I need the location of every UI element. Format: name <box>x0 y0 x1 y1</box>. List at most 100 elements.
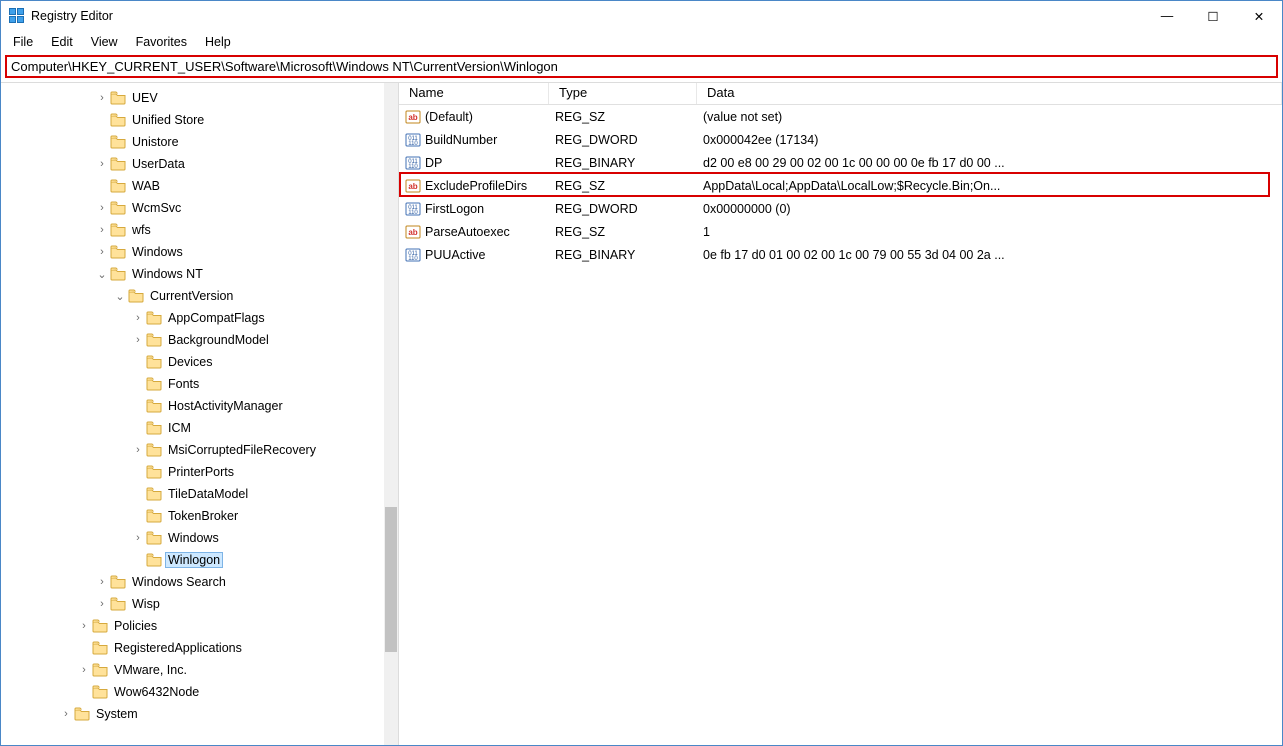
tree-item-label: VMware, Inc. <box>112 663 189 677</box>
value-type: REG_DWORD <box>555 133 703 147</box>
svg-text:110: 110 <box>408 141 418 147</box>
tree-item[interactable]: Unified Store <box>5 109 384 131</box>
col-header-data[interactable]: Data <box>697 83 1282 104</box>
tree-pane: ›UEVUnified StoreUnistore›UserDataWAB›Wc… <box>1 83 399 745</box>
maximize-button[interactable]: ☐ <box>1190 1 1236 31</box>
tree-item[interactable]: Devices <box>5 351 384 373</box>
col-header-name[interactable]: Name <box>399 83 549 104</box>
tree-item[interactable]: PrinterPorts <box>5 461 384 483</box>
chevron-right-icon[interactable]: › <box>95 246 109 258</box>
value-data: AppData\Local;AppData\LocalLow;$Recycle.… <box>703 179 1282 193</box>
values-list[interactable]: ab(Default)REG_SZ(value not set)011110Bu… <box>399 105 1282 266</box>
value-type: REG_SZ <box>555 179 703 193</box>
folder-icon <box>146 377 162 391</box>
col-header-type[interactable]: Type <box>549 83 697 104</box>
tree-item[interactable]: ›Windows <box>5 527 384 549</box>
chevron-right-icon[interactable]: › <box>131 334 145 346</box>
chevron-down-icon[interactable]: ⌄ <box>95 268 109 281</box>
list-row[interactable]: 011110DPREG_BINARYd2 00 e8 00 29 00 02 0… <box>399 151 1282 174</box>
minimize-icon: — <box>1161 9 1174 23</box>
chevron-right-icon[interactable]: › <box>95 158 109 170</box>
tree-item[interactable]: ›Policies <box>5 615 384 637</box>
tree-item-label: CurrentVersion <box>148 289 235 303</box>
address-input[interactable]: Computer\HKEY_CURRENT_USER\Software\Micr… <box>5 55 1278 78</box>
tree-item-label: BackgroundModel <box>166 333 271 347</box>
chevron-right-icon[interactable]: › <box>59 708 73 720</box>
tree-item[interactable]: › BackgroundModel <box>5 329 384 351</box>
tree-item[interactable]: ›WcmSvc <box>5 197 384 219</box>
tree-item[interactable]: ›UserData <box>5 153 384 175</box>
close-button[interactable]: ✕ <box>1236 1 1282 31</box>
folder-icon <box>110 245 126 259</box>
tree-item[interactable]: › VMware, Inc. <box>5 659 384 681</box>
string-value-icon: ab <box>405 178 421 194</box>
folder-icon <box>110 179 126 193</box>
tree-item[interactable]: Winlogon <box>5 549 384 571</box>
list-row[interactable]: 011110BuildNumberREG_DWORD0x000042ee (17… <box>399 128 1282 151</box>
tree-item[interactable]: › Wisp <box>5 593 384 615</box>
tree-item[interactable]: ICM <box>5 417 384 439</box>
menu-edit[interactable]: Edit <box>43 33 81 51</box>
chevron-right-icon[interactable]: › <box>95 92 109 104</box>
window-controls: — ☐ ✕ <box>1144 1 1282 31</box>
folder-icon <box>146 531 162 545</box>
addressbar-container: Computer\HKEY_CURRENT_USER\Software\Micr… <box>1 53 1282 82</box>
tree-item[interactable]: TokenBroker <box>5 505 384 527</box>
chevron-right-icon[interactable]: › <box>77 620 91 632</box>
tree-item[interactable]: TileDataModel <box>5 483 384 505</box>
string-value-icon: ab <box>405 109 421 125</box>
scrollbar-thumb[interactable] <box>385 507 397 653</box>
tree-item[interactable]: ›wfs <box>5 219 384 241</box>
chevron-right-icon[interactable]: › <box>95 224 109 236</box>
folder-icon <box>146 553 162 567</box>
tree-item[interactable]: RegisteredApplications <box>5 637 384 659</box>
tree-item[interactable]: Unistore <box>5 131 384 153</box>
tree-item-label: Devices <box>166 355 214 369</box>
chevron-right-icon[interactable]: › <box>77 664 91 676</box>
folder-icon <box>92 641 108 655</box>
tree-item[interactable]: › Windows <box>5 241 384 263</box>
list-row[interactable]: abExcludeProfileDirsREG_SZAppData\Local;… <box>399 174 1282 197</box>
menu-file[interactable]: File <box>5 33 41 51</box>
chevron-right-icon[interactable]: › <box>131 532 145 544</box>
list-row[interactable]: 011110FirstLogonREG_DWORD0x00000000 (0) <box>399 197 1282 220</box>
tree-item[interactable]: Wow6432Node <box>5 681 384 703</box>
tree-scrollbar[interactable] <box>384 83 398 745</box>
value-name: DP <box>425 156 555 170</box>
tree-item-label: Fonts <box>166 377 201 391</box>
tree-item[interactable]: ⌄ CurrentVersion <box>5 285 384 307</box>
chevron-right-icon[interactable]: › <box>131 444 145 456</box>
tree-item[interactable]: HostActivityManager <box>5 395 384 417</box>
registry-tree[interactable]: ›UEVUnified StoreUnistore›UserDataWAB›Wc… <box>1 83 384 729</box>
tree-item[interactable]: › System <box>5 703 384 725</box>
tree-item[interactable]: ›UEV <box>5 87 384 109</box>
list-row[interactable]: 011110PUUActiveREG_BINARY0e fb 17 d0 01 … <box>399 243 1282 266</box>
chevron-right-icon[interactable]: › <box>131 312 145 324</box>
tree-item-label: Windows NT <box>130 267 205 281</box>
titlebar: Registry Editor — ☐ ✕ <box>1 1 1282 31</box>
tree-item-label: Wisp <box>130 597 162 611</box>
menu-favorites[interactable]: Favorites <box>128 33 195 51</box>
binary-value-icon: 011110 <box>405 247 421 263</box>
menu-help[interactable]: Help <box>197 33 239 51</box>
tree-item-label: Wow6432Node <box>112 685 201 699</box>
folder-icon <box>92 663 108 677</box>
minimize-button[interactable]: — <box>1144 1 1190 31</box>
tree-item-label: Windows <box>130 245 185 259</box>
chevron-right-icon[interactable]: › <box>95 598 109 610</box>
list-row[interactable]: ab(Default)REG_SZ(value not set) <box>399 105 1282 128</box>
chevron-right-icon[interactable]: › <box>95 576 109 588</box>
list-row[interactable]: abParseAutoexecREG_SZ1 <box>399 220 1282 243</box>
chevron-right-icon[interactable]: › <box>95 202 109 214</box>
tree-item[interactable]: ›AppCompatFlags <box>5 307 384 329</box>
tree-item[interactable]: WAB <box>5 175 384 197</box>
tree-item-label: System <box>94 707 140 721</box>
menu-view[interactable]: View <box>83 33 126 51</box>
value-type: REG_DWORD <box>555 202 703 216</box>
chevron-down-icon[interactable]: ⌄ <box>113 290 127 303</box>
tree-item[interactable]: ›Windows Search <box>5 571 384 593</box>
tree-item[interactable]: ›MsiCorruptedFileRecovery <box>5 439 384 461</box>
tree-item[interactable]: Fonts <box>5 373 384 395</box>
folder-icon <box>146 355 162 369</box>
tree-item[interactable]: ⌄ Windows NT <box>5 263 384 285</box>
